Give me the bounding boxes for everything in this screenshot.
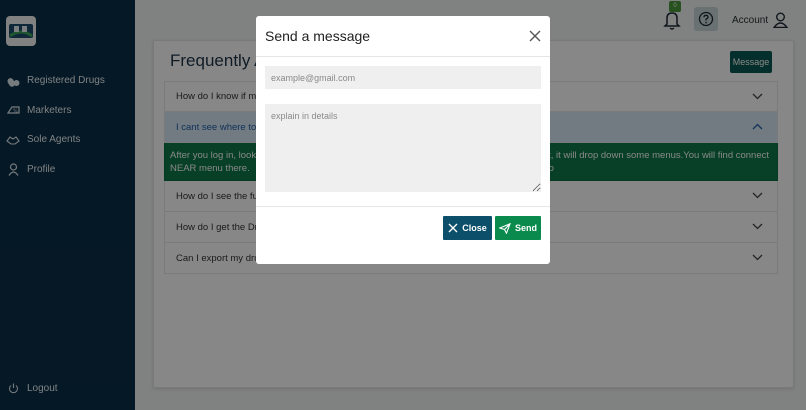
close-button[interactable]: Close bbox=[443, 216, 492, 240]
close-icon bbox=[448, 223, 458, 233]
close-button-label: Close bbox=[462, 223, 487, 233]
send-message-modal: Send a message Close Send bbox=[256, 16, 550, 264]
send-button[interactable]: Send bbox=[495, 216, 541, 240]
modal-title: Send a message bbox=[265, 28, 371, 44]
modal-divider bbox=[256, 206, 550, 207]
message-details-field[interactable] bbox=[265, 104, 541, 192]
modal-divider bbox=[256, 56, 550, 57]
email-field[interactable] bbox=[265, 66, 541, 89]
close-icon[interactable] bbox=[528, 29, 542, 43]
send-button-label: Send bbox=[514, 223, 537, 233]
paper-plane-icon bbox=[498, 222, 511, 234]
